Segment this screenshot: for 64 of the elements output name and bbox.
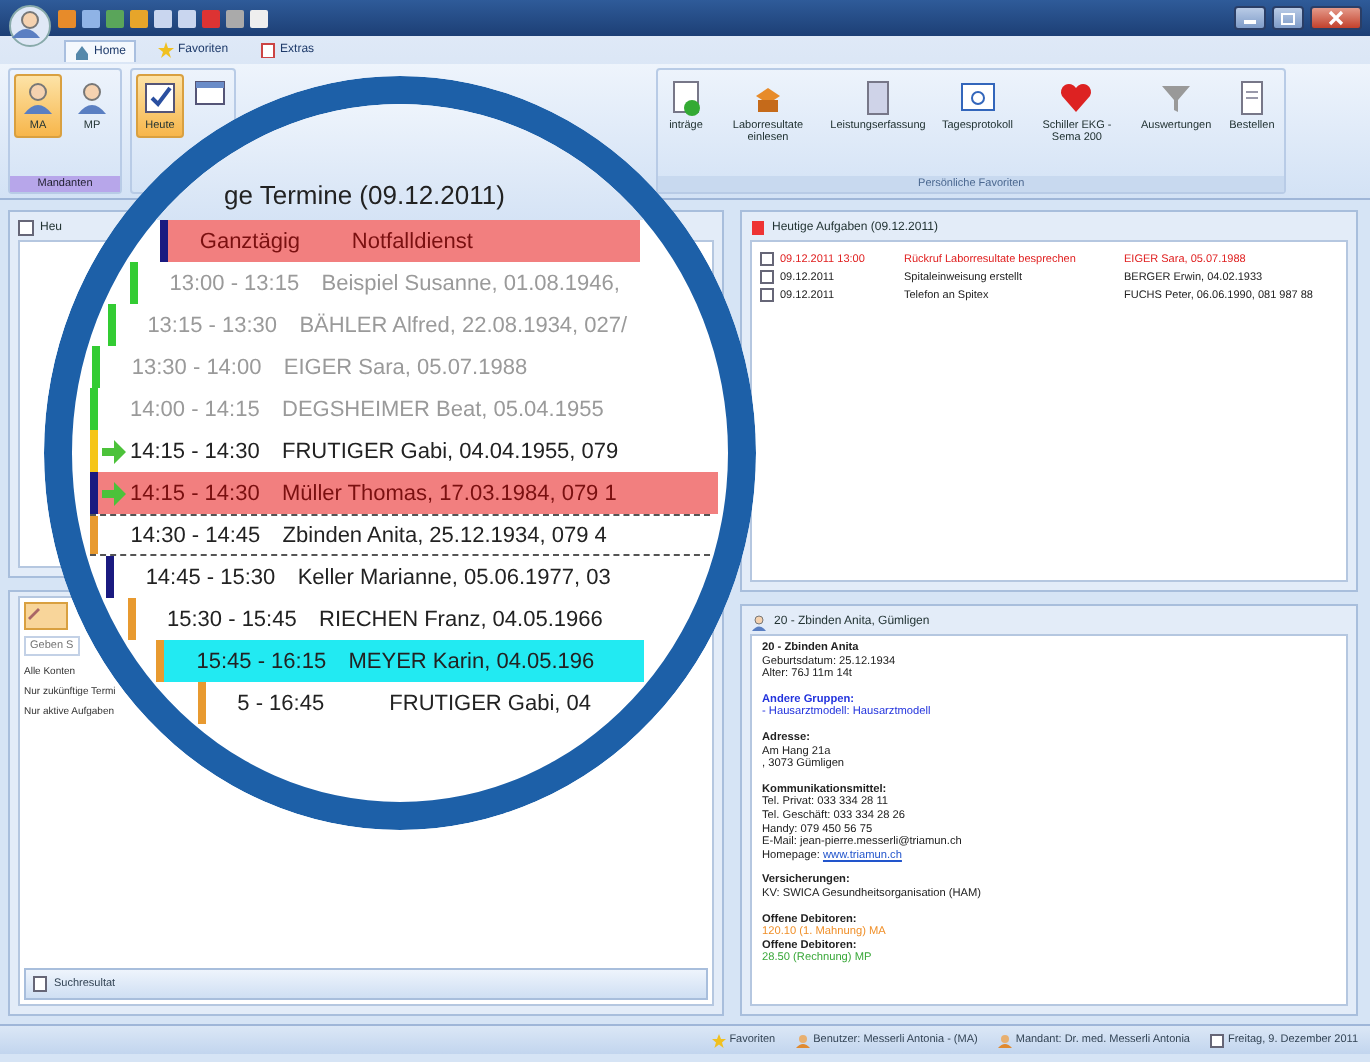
appointment-time: 14:15 - 14:30 — [130, 439, 262, 463]
appointment-row[interactable]: 5 - 16:45 FRUTIGER Gabi, 04 — [197, 682, 603, 724]
minimize-button[interactable] — [1234, 6, 1266, 30]
star-icon — [158, 42, 175, 58]
calendar-icon — [18, 220, 34, 236]
appointment-row[interactable]: 14:30 - 14:45 Zbinden Anita, 25.12.1934, 079 4 — [90, 514, 710, 556]
tab-header[interactable] — [24, 602, 68, 630]
appointment-text: MEYER Karin, 04.05.196 — [348, 649, 595, 673]
appointment-time: 13:00 - 13:15 — [169, 271, 302, 295]
appointment-time: 13:15 - 13:30 — [147, 313, 280, 337]
appointment-time: 14:15 - 14:30 — [130, 481, 262, 505]
pencil-icon — [26, 604, 42, 620]
appointment-row[interactable]: 15:45 - 16:15 MEYER Karin, 04.05.196 — [156, 640, 644, 682]
maximize-button[interactable] — [1272, 6, 1304, 30]
calendar-icon — [194, 78, 226, 106]
appointment-time: 14:30 - 14:45 — [130, 523, 263, 547]
maximize-icon — [1278, 10, 1298, 26]
appointment-row[interactable]: Ganztägig Notfalldienst — [159, 220, 641, 262]
person-icon — [20, 80, 56, 116]
close-button[interactable] — [1310, 6, 1362, 30]
appointment-time: 5 - 16:45 — [237, 691, 327, 715]
calendar-icon — [260, 42, 277, 58]
appointment-row[interactable]: 14:15 - 14:30 Müller Thomas, 17.03.1984, 079 1 — [90, 472, 719, 514]
appointment-text: Beispiel Susanne, 01.08.1946, — [321, 271, 620, 295]
appointment-text: Notfalldienst — [351, 229, 473, 253]
person-icon — [74, 80, 110, 116]
appointment-row[interactable]: 15:30 - 15:45 RIECHEN Franz, 04.05.1966 — [127, 598, 673, 640]
window-icon — [959, 80, 996, 116]
checkbox[interactable] — [760, 252, 774, 266]
appointment-row[interactable]: 14:45 - 15:30 Keller Marianne, 05.06.1977, 03 — [105, 556, 695, 598]
house-icon — [74, 43, 90, 59]
appointment-text: EIGER Sara, 05.07.1988 — [283, 355, 528, 379]
checkbox[interactable] — [760, 288, 774, 302]
appointment-text: Keller Marianne, 05.06.1977, 03 — [297, 565, 611, 589]
arrow-right-icon — [102, 439, 126, 463]
funnel-icon — [1158, 80, 1195, 116]
appointment-text: FRUTIGER Gabi, 04 — [389, 691, 592, 715]
checkbox[interactable] — [760, 270, 774, 284]
appointment-time: 15:30 - 15:45 — [167, 607, 299, 631]
appointment-text: RIECHEN Franz, 04.05.1966 — [319, 607, 603, 631]
arrow-right-icon — [102, 481, 126, 505]
star-icon — [711, 1033, 726, 1047]
close-icon — [1326, 10, 1346, 26]
appointment-time: Ganztägig — [199, 229, 303, 253]
person-icon — [997, 1033, 1012, 1047]
appointment-text: FRUTIGER Gabi, 04.04.1955, 079 — [282, 439, 619, 463]
heart-icon — [1058, 80, 1095, 116]
person-icon — [795, 1033, 810, 1047]
appointment-text: DEGSHEIMER Beat, 05.04.1955 — [282, 397, 604, 421]
checklist-icon — [142, 80, 178, 116]
appointment-time: 14:00 - 14:15 — [130, 397, 262, 421]
appointment-row[interactable]: 14:15 - 14:30 FRUTIGER Gabi, 04.04.1955, 079 — [90, 430, 724, 472]
appointment-text: BÄHLER Alfred, 22.08.1934, 027/ — [299, 313, 628, 337]
appointment-time: 15:45 - 16:15 — [196, 649, 329, 673]
document-icon — [668, 80, 704, 116]
appointment-time: 13:30 - 14:00 — [131, 355, 264, 379]
document-icon — [32, 976, 48, 992]
document-icon — [750, 220, 766, 236]
appointment-time: 14:45 - 15:30 — [145, 565, 278, 589]
appointment-text: Zbinden Anita, 25.12.1934, 079 4 — [282, 523, 607, 547]
calendar-icon — [1209, 1033, 1224, 1047]
person-icon — [750, 613, 768, 631]
agenda-title: ge Termine (09.12.2011) — [224, 180, 505, 210]
appointment-text: Müller Thomas, 17.03.1984, 079 1 — [282, 481, 617, 505]
